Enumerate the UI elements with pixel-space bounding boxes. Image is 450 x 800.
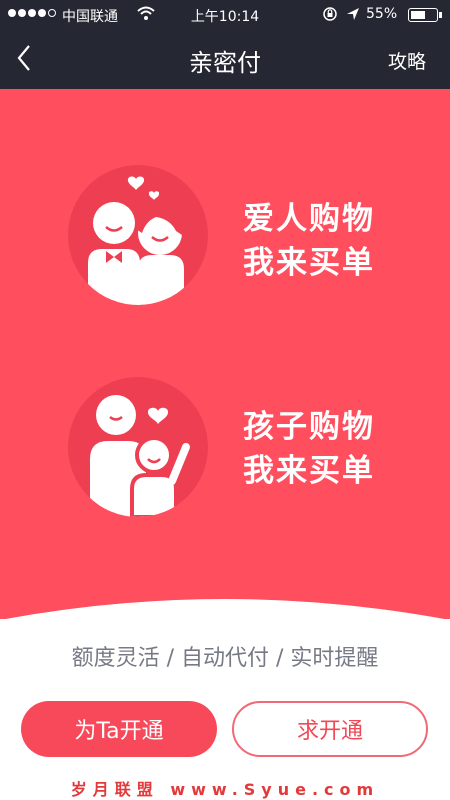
hero-banner: 爱人购物 我来买单 孩子购物 我来买单 [0,89,450,619]
battery-icon [408,8,438,22]
parent-child-icon [68,377,208,517]
site-watermark: 岁月联盟 www.Syue.com [70,780,380,799]
status-bar: 中国联通 上午10:14 55% [0,0,450,30]
battery-percent: 55% [366,6,398,22]
rotation-lock-icon [322,5,338,27]
slogan-couple: 爱人购物 我来买单 [243,197,375,285]
couple-icon [68,165,208,305]
slogan-child: 孩子购物 我来买单 [243,405,375,493]
slogan-line: 孩子购物 [243,409,375,445]
location-arrow-icon [346,5,360,27]
slogan-line: 我来买单 [243,453,375,489]
battery-nub [439,12,442,18]
battery-level [411,11,426,19]
top-bar: 中国联通 上午10:14 55% 亲密付 攻略 [0,0,450,89]
features-text: 额度灵活 / 自动代付 / 实时提醒 [71,646,379,671]
request-open-button[interactable]: 求开通 [232,701,428,757]
page-title: 亲密付 [189,49,261,77]
guide-link[interactable]: 攻略 [388,47,426,74]
slogan-line: 爱人购物 [243,201,375,237]
slogan-line: 我来买单 [243,245,375,281]
open-for-ta-button[interactable]: 为Ta开通 [21,701,217,757]
